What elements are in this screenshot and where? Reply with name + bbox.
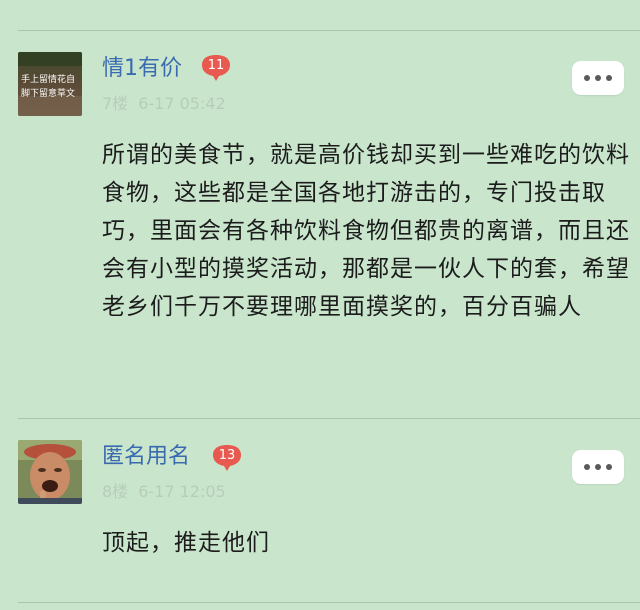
thread-page: 手上留情花自 脚下留意草文 情1有价 11 7楼 6-17 05:42 所谓的美食… (0, 0, 640, 610)
more-dot (606, 75, 612, 81)
post-time: 6-17 05:42 (138, 94, 226, 113)
more-dot (606, 464, 612, 470)
more-button[interactable] (572, 450, 624, 484)
badge-level-text: 13 (218, 448, 236, 463)
post-time: 6-17 12:05 (138, 482, 226, 501)
divider (18, 418, 640, 419)
badge-level-text: 11 (207, 58, 225, 73)
divider (18, 30, 640, 31)
avatar[interactable]: 手上留情花自 脚下留意草文 (18, 52, 82, 116)
avatar[interactable] (18, 440, 82, 504)
level-badge: 11 (200, 54, 232, 81)
more-dots-icon (584, 75, 590, 81)
avatar-text-line-2: 脚下留意草文 (21, 87, 75, 99)
username[interactable]: 匿名用名 (102, 446, 190, 468)
post-meta: 7楼 6-17 05:42 (102, 96, 226, 112)
username[interactable]: 情1有价 (102, 58, 182, 80)
more-dots-icon (584, 464, 590, 470)
divider (18, 602, 640, 603)
more-dot (595, 75, 601, 81)
avatar-text-line-1: 手上留情花自 (21, 73, 75, 85)
floor-number: 7楼 (102, 94, 129, 113)
more-dot (595, 464, 601, 470)
post-content: 所谓的美食节，就是高价钱却买到一些难吃的饮料食物，这些都是全国各地打游击的，专门… (102, 142, 630, 320)
level-badge: 13 (211, 444, 243, 471)
post-meta: 8楼 6-17 12:05 (102, 484, 226, 500)
floor-number: 8楼 (102, 482, 129, 501)
post-content: 顶起，推走他们 (102, 530, 270, 556)
more-button[interactable] (572, 61, 624, 95)
